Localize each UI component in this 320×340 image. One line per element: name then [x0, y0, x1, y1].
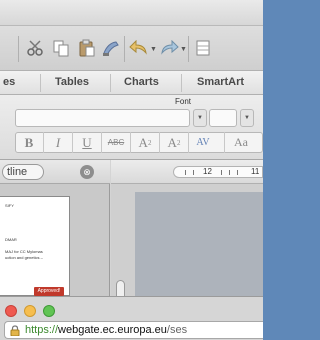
- toolbar-separator: [18, 36, 19, 62]
- ruler-tick: [237, 170, 238, 175]
- sidebar-close-icon[interactable]: ⊗: [80, 165, 94, 179]
- tab-styles[interactable]: es: [3, 76, 15, 88]
- strikethrough-button[interactable]: ABC: [103, 132, 129, 153]
- ruler-strip: [173, 166, 263, 178]
- tab-smartart[interactable]: SmartArt: [197, 76, 244, 88]
- subscript-label: A: [167, 134, 177, 150]
- horizontal-ruler: 12 11: [111, 160, 263, 184]
- underline-button[interactable]: U: [75, 132, 99, 153]
- lock-icon: [10, 325, 20, 336]
- ruler-tick: [221, 170, 222, 175]
- redo-dropdown-icon[interactable]: ▼: [180, 46, 187, 53]
- outline-button[interactable]: tline: [2, 164, 44, 180]
- paste-icon[interactable]: [76, 37, 98, 59]
- format-divider: [224, 132, 225, 153]
- thumbnail-line: MAJ for CC Mylomas: [5, 249, 43, 254]
- tab-tables[interactable]: Tables: [55, 76, 89, 88]
- toolbar-separator: [124, 36, 125, 62]
- title-bar: [0, 0, 263, 26]
- browser-window: https://webgate.ec.europa.eu/ses: [0, 296, 263, 340]
- superscript-button[interactable]: A2: [132, 132, 158, 153]
- font-size-dropdown-icon[interactable]: ▼: [240, 109, 254, 127]
- format-divider: [43, 132, 44, 153]
- font-name-dropdown-icon[interactable]: ▼: [193, 109, 207, 127]
- thumbnail-line: DMAR: [5, 237, 17, 242]
- superscript-mark: 2: [147, 138, 152, 147]
- ruler-tick: [229, 170, 230, 175]
- approved-badge: Approved!: [34, 287, 64, 296]
- font-name-field[interactable]: [15, 109, 190, 127]
- bold-button[interactable]: B: [17, 132, 41, 153]
- toolbar-separator: [188, 36, 189, 62]
- document-workspace: tline ⊗ SIFY DMAR MAJ for CC Mylomas uct…: [0, 160, 263, 296]
- word-window: ▼ ▼ es Tables Charts SmartArt Font ▼ ▼ B…: [0, 0, 263, 296]
- format-divider: [159, 132, 160, 153]
- undo-icon[interactable]: [128, 37, 150, 59]
- format-divider: [188, 132, 189, 153]
- minimize-window-button[interactable]: [24, 305, 36, 317]
- tab-divider: [110, 74, 111, 92]
- ruler-tick: [193, 170, 194, 175]
- subscript-mark: 2: [176, 138, 181, 147]
- tab-divider: [40, 74, 41, 92]
- ribbon-font-group: Font ▼ ▼ B I U ABC A2 A2 AV Aa: [0, 95, 263, 160]
- tab-charts[interactable]: Charts: [124, 76, 159, 88]
- insert-table-icon[interactable]: [192, 37, 214, 59]
- font-group-label: Font: [175, 97, 192, 106]
- zoom-window-button[interactable]: [43, 305, 55, 317]
- ribbon-tab-bar: es Tables Charts SmartArt: [0, 71, 263, 95]
- redo-icon[interactable]: [158, 37, 180, 59]
- url-path: /ses: [166, 324, 188, 336]
- page-thumbnail[interactable]: SIFY DMAR MAJ for CC Mylomas uction and …: [0, 196, 70, 296]
- ruler-tick: [185, 170, 186, 175]
- tab-divider: [181, 74, 182, 92]
- cut-icon[interactable]: [24, 37, 46, 59]
- format-divider: [72, 132, 73, 153]
- ruler-number: 12: [203, 167, 212, 176]
- sidebar-pane: tline ⊗ SIFY DMAR MAJ for CC Mylomas uct…: [0, 160, 110, 296]
- vertical-scrollbar[interactable]: [116, 280, 125, 296]
- subscript-button[interactable]: A2: [161, 132, 187, 153]
- document-page[interactable]: [135, 192, 263, 296]
- character-spacing-button[interactable]: AV: [190, 132, 216, 153]
- ruler-number: 11: [251, 167, 260, 176]
- copy-icon[interactable]: [50, 37, 72, 59]
- format-divider: [101, 132, 102, 153]
- italic-button[interactable]: I: [46, 132, 70, 153]
- font-size-field[interactable]: [209, 109, 237, 127]
- change-case-button[interactable]: Aa: [227, 132, 255, 153]
- standard-toolbar: ▼ ▼: [0, 26, 263, 71]
- thumbnail-line: SIFY: [5, 203, 14, 208]
- close-window-button[interactable]: [5, 305, 17, 317]
- url-text: https://webgate.ec.europa.eu/ses: [25, 324, 187, 336]
- superscript-label: A: [138, 134, 148, 150]
- address-bar[interactable]: https://webgate.ec.europa.eu/ses: [4, 321, 263, 339]
- thumbnail-line: uction and genetics –: [5, 255, 43, 260]
- format-divider: [130, 132, 131, 153]
- url-host: webgate.ec.europa.eu: [58, 324, 167, 336]
- url-scheme: https://: [25, 324, 59, 336]
- undo-dropdown-icon[interactable]: ▼: [150, 46, 157, 53]
- sidebar-header: tline ⊗: [0, 160, 110, 184]
- format-painter-icon[interactable]: [100, 37, 122, 59]
- document-area: 12 11: [111, 160, 263, 296]
